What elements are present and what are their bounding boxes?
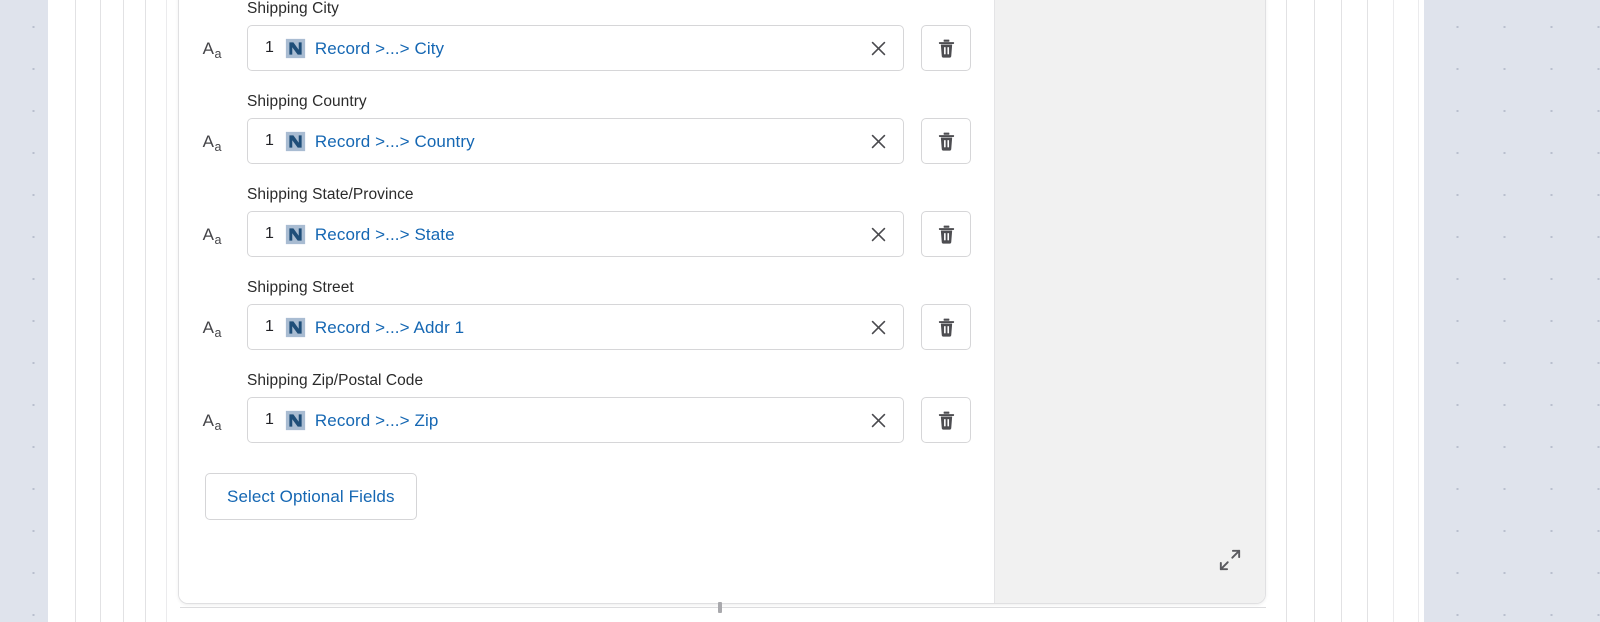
netsuite-n-logo-icon [285,317,306,337]
type-icon-secondary: a [214,46,222,61]
splitter-drag-handle[interactable] [718,602,722,613]
panel-edge[interactable] [1341,0,1342,622]
field-row: Aa 1 Record >...> State [203,211,994,257]
expand-diagonal-icon[interactable] [1219,549,1241,571]
canvas-dot-grid-left [0,0,48,622]
merge-field-token-text: Record >...> State [314,224,455,244]
type-icon-primary: A [202,410,214,430]
delete-field-button[interactable] [921,211,971,257]
type-icon-primary: A [202,224,214,244]
panel-edge[interactable] [1393,0,1394,622]
field-block-shipping-zip-postal-code: Shipping Zip/Postal Code Aa 1 Record >..… [179,372,994,443]
field-block-shipping-street: Shipping Street Aa 1 Record >...> Addr 1 [179,279,994,350]
field-label: Shipping Zip/Postal Code [247,372,424,389]
trash-icon [938,411,954,430]
trash-icon [938,39,954,58]
type-icon-primary: A [202,131,214,151]
panel-edge[interactable] [123,0,124,622]
field-mapping-form: Shipping City Aa 1 Record >...> City Shi… [179,0,994,603]
token-index: 1 [265,132,274,149]
trash-icon [938,318,954,337]
merge-field-input[interactable]: 1 Record >...> Zip [247,397,904,443]
merge-field-token-text: Record >...> City [314,38,445,58]
close-icon[interactable] [865,221,891,247]
panel-edge[interactable] [1418,0,1419,622]
netsuite-n-logo-icon [285,131,306,151]
panel-edge[interactable] [1314,0,1315,622]
select-optional-fields-button[interactable]: Select Optional Fields [205,473,417,520]
field-row: Aa 1 Record >...> Country [203,118,994,164]
netsuite-n-logo-icon [285,224,306,244]
delete-field-button[interactable] [921,25,971,71]
type-icon-primary: A [202,38,214,58]
panel-edge[interactable] [166,0,167,622]
field-label: Shipping State/Province [247,186,414,203]
field-mapping-drawer: Shipping City Aa 1 Record >...> City Shi… [178,0,1266,604]
text-type-icon: Aa [195,38,229,60]
merge-field-token-text: Record >...> Zip [314,410,439,430]
type-icon-secondary: a [214,325,222,340]
type-icon-secondary: a [214,232,222,247]
merge-field-token-text: Record >...> Country [314,131,475,151]
text-type-icon: Aa [195,131,229,153]
panel-stack-left [48,0,180,622]
merge-field-input[interactable]: 1 Record >...> Addr 1 [247,304,904,350]
token-index: 1 [265,225,274,242]
panel-edge[interactable] [1367,0,1368,622]
merge-field-input[interactable]: 1 Record >...> State [247,211,904,257]
token-index: 1 [265,411,274,428]
workflow-canvas: Shipping City Aa 1 Record >...> City Shi… [0,0,1600,622]
canvas-dot-grid-right [1424,0,1600,622]
field-row: Aa 1 Record >...> Addr 1 [203,304,994,350]
netsuite-n-logo-icon [285,410,306,430]
trash-icon [938,132,954,151]
token-index: 1 [265,39,274,56]
type-icon-secondary: a [214,418,222,433]
close-icon[interactable] [865,407,891,433]
panel-edge[interactable] [75,0,76,622]
field-label: Shipping Country [247,93,367,110]
merge-field-token-text: Record >...> Addr 1 [314,317,465,337]
text-type-icon: Aa [195,317,229,339]
close-icon[interactable] [865,314,891,340]
close-icon[interactable] [865,35,891,61]
preview-panel [994,0,1265,603]
panel-edge[interactable] [100,0,101,622]
text-type-icon: Aa [195,410,229,432]
token-index: 1 [265,318,274,335]
panel-edge[interactable] [1286,0,1287,622]
trash-icon [938,225,954,244]
panel-stack-right [1266,0,1424,622]
type-icon-secondary: a [214,139,222,154]
merge-field-input[interactable]: 1 Record >...> City [247,25,904,71]
field-block-shipping-state-province: Shipping State/Province Aa 1 Record >...… [179,186,994,257]
field-row: Aa 1 Record >...> Zip [203,397,994,443]
delete-field-button[interactable] [921,304,971,350]
text-type-icon: Aa [195,224,229,246]
panel-edge[interactable] [145,0,146,622]
horizontal-splitter[interactable] [180,607,1266,608]
field-block-shipping-city: Shipping City Aa 1 Record >...> City [179,0,994,71]
field-block-shipping-country: Shipping Country Aa 1 Record >...> Count… [179,93,994,164]
delete-field-button[interactable] [921,118,971,164]
field-label: Shipping Street [247,279,354,296]
netsuite-n-logo-icon [285,38,306,58]
delete-field-button[interactable] [921,397,971,443]
close-icon[interactable] [865,128,891,154]
field-row: Aa 1 Record >...> City [203,25,994,71]
field-label: Shipping City [247,0,339,17]
merge-field-input[interactable]: 1 Record >...> Country [247,118,904,164]
type-icon-primary: A [202,317,214,337]
